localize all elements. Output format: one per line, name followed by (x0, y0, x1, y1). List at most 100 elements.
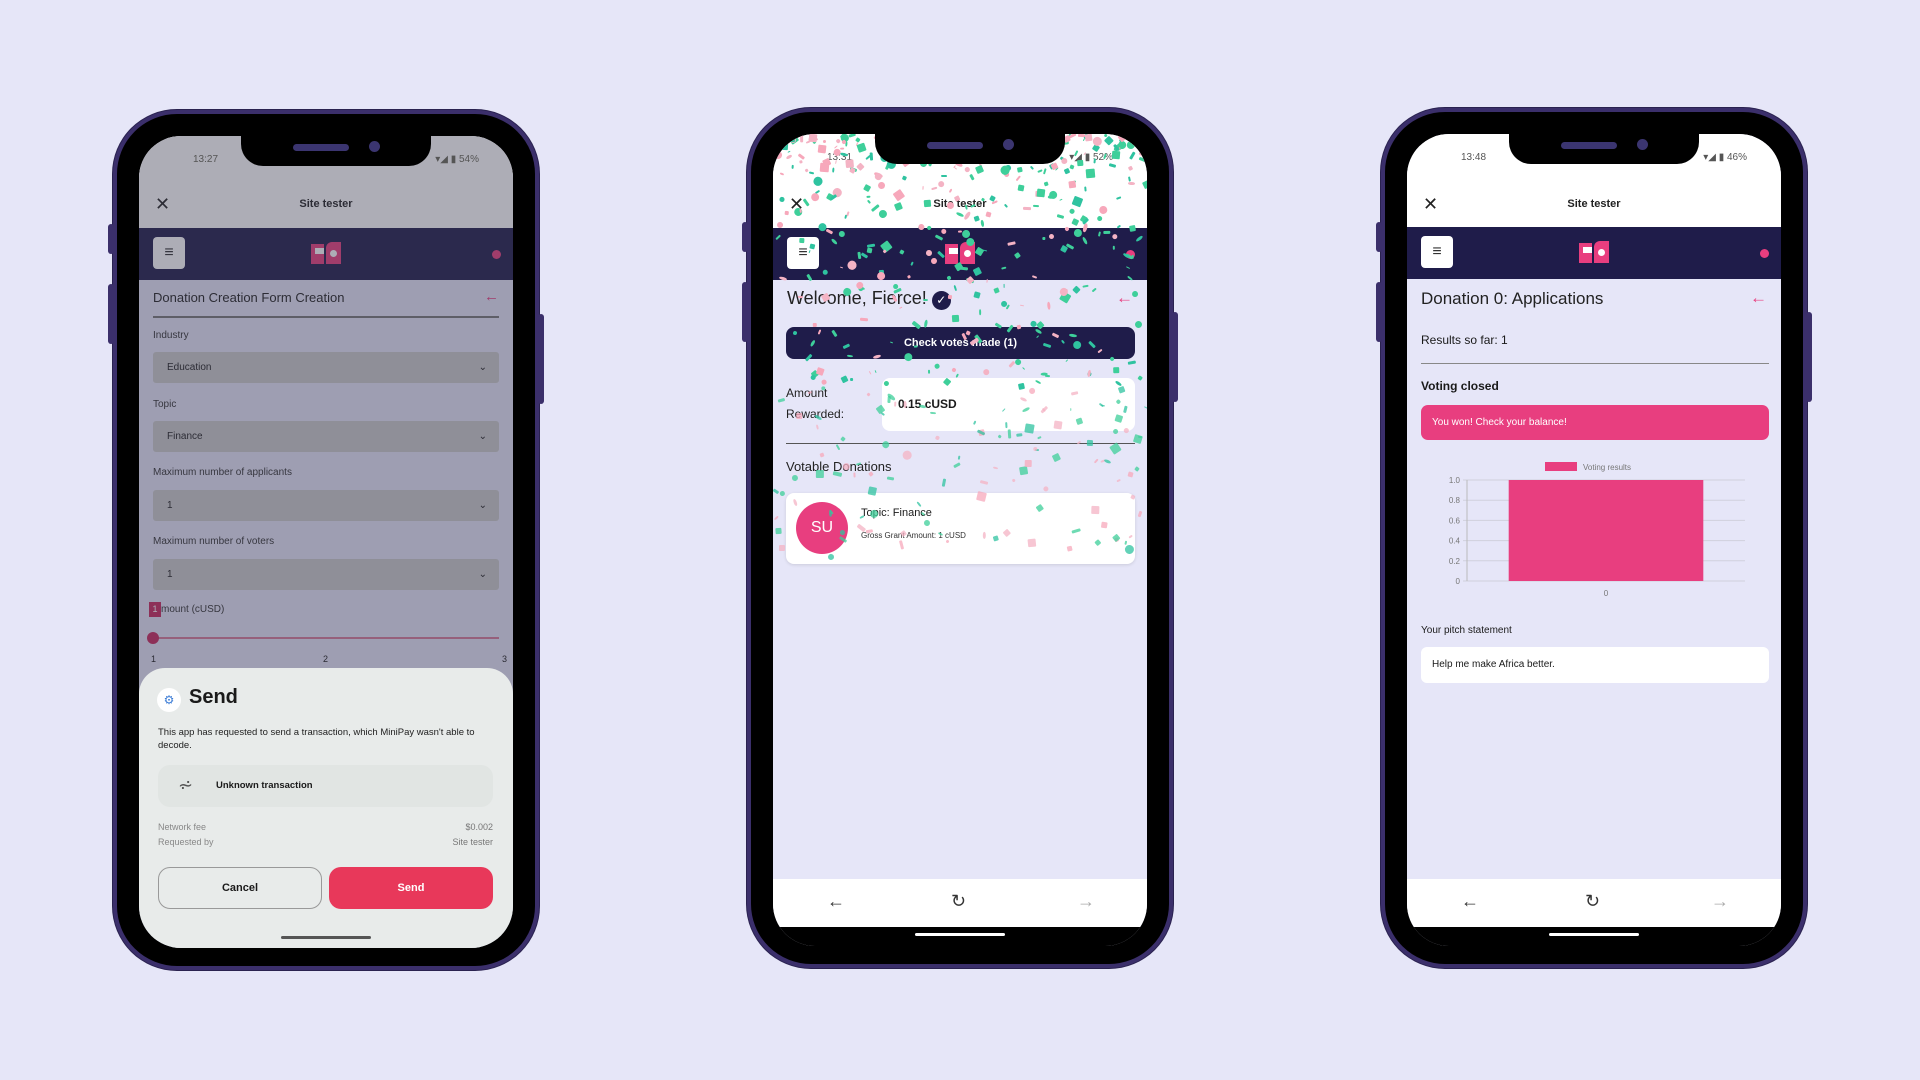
slider-max-label: 3 (501, 654, 507, 664)
confetti-piece (868, 370, 872, 375)
y-tick-label: 0.8 (1449, 496, 1461, 505)
industry-label: Industry (153, 330, 189, 341)
confetti-piece (1126, 471, 1134, 479)
confetti-piece (775, 528, 782, 535)
amount-slider-thumb[interactable] (147, 632, 159, 644)
back-arrow-icon[interactable]: ← (1116, 288, 1133, 308)
back-icon[interactable]: ← (827, 891, 845, 912)
max-applicants-select[interactable]: 1 ⌄ (153, 490, 499, 521)
confetti-piece (881, 439, 891, 449)
confetti-piece (1099, 459, 1106, 464)
confetti-piece (1087, 369, 1092, 377)
legend-label: Voting results (1583, 463, 1631, 472)
confetti-piece (1059, 291, 1072, 304)
confetti-piece (1042, 485, 1049, 492)
confetti-piece (1019, 466, 1028, 476)
amount-slider-track[interactable] (153, 637, 499, 639)
transaction-label: Unknown transaction (216, 780, 313, 791)
back-arrow-icon[interactable]: ← (1750, 288, 1767, 308)
confetti-piece (997, 434, 1002, 439)
confetti-piece (1036, 436, 1042, 440)
confetti-piece (887, 476, 895, 481)
results-count: Results so far: 1 (1421, 333, 1508, 347)
confetti-piece (1117, 479, 1122, 483)
confetti-piece (790, 473, 799, 482)
bar (1508, 480, 1704, 581)
send-sheet: ⚙ Send This app has requested to send a … (139, 668, 513, 948)
section-title: Votable Donations (786, 459, 892, 474)
confetti-piece (1112, 367, 1120, 374)
confetti-piece (821, 379, 828, 386)
sheet-title: Send (189, 686, 238, 708)
amount-label: mount (cUSD) (161, 604, 225, 615)
confetti-piece (778, 544, 785, 551)
forward-icon[interactable]: → (1077, 891, 1095, 912)
confetti-piece (981, 367, 991, 377)
check-votes-button[interactable]: Check votes made (1) (786, 327, 1135, 359)
menu-button[interactable]: ≡ (153, 237, 185, 269)
cancel-button[interactable]: Cancel (158, 867, 322, 909)
rewarded-label: Rewarded: (786, 407, 845, 421)
confetti-piece (1011, 477, 1017, 483)
confetti-piece (1127, 360, 1137, 365)
home-indicator (1549, 933, 1639, 936)
confetti-piece (1004, 304, 1010, 310)
confetti-piece (1007, 361, 1015, 369)
confetti-piece (1138, 510, 1143, 518)
max-voters-label: Maximum number of voters (153, 536, 275, 547)
confetti-piece (1015, 433, 1023, 437)
forward-icon[interactable]: → (1711, 891, 1729, 912)
status-dot (492, 250, 501, 259)
confetti-piece (1082, 284, 1089, 288)
confetti-piece (1109, 442, 1122, 455)
status-dot (1126, 250, 1135, 259)
menu-button[interactable]: ≡ (787, 237, 819, 269)
status-battery: ▾◢ ▮ 46% (1703, 152, 1747, 163)
logo (945, 242, 975, 264)
confetti-piece (1035, 449, 1040, 451)
donation-card[interactable]: SU Topic: Finance Gross Grant Amount: 1 … (786, 493, 1135, 564)
menu-button[interactable]: ≡ (1421, 236, 1453, 268)
confetti-piece (1137, 436, 1142, 439)
sheet-description: This app has requested to send a transac… (158, 727, 475, 751)
status-time: 13:27 (193, 154, 219, 165)
page-title: Donation 0: Applications (1421, 289, 1604, 308)
logo (311, 242, 341, 264)
confetti-piece (1093, 458, 1099, 464)
confetti-piece (835, 444, 841, 451)
topic-label: Topic (153, 399, 177, 410)
transaction-box: ⩫ Unknown transaction (158, 765, 493, 807)
confetti-piece (953, 285, 958, 292)
avatar: SU (796, 502, 848, 554)
back-arrow-icon[interactable]: ← (484, 288, 499, 305)
confetti-piece (810, 374, 817, 381)
confetti-piece (849, 377, 853, 381)
confetti-piece (1014, 358, 1023, 367)
divider (1421, 363, 1769, 364)
confetti-piece (1040, 372, 1048, 376)
logo (1579, 241, 1609, 263)
phone-welcome: 13:31 ▾◢ ▮ 52% ✕ Site tester ≡ Welcome, F… (742, 108, 1178, 968)
confetti-piece (902, 450, 913, 461)
home-indicator (915, 933, 1005, 936)
verified-badge-icon: ✓ (931, 291, 951, 310)
legend-swatch (1545, 462, 1577, 471)
reload-icon[interactable]: ↻ (951, 891, 966, 912)
confetti-piece (1072, 286, 1081, 294)
reload-icon[interactable]: ↻ (1585, 891, 1600, 912)
confetti-piece (1019, 304, 1024, 307)
confetti-piece (874, 370, 877, 374)
confetti-piece (953, 462, 961, 468)
confetti-piece (1092, 287, 1098, 293)
phone-form: 13:27 ▾◢ ▮ 54% ✕ Site tester ≡ Donation C… (108, 110, 544, 970)
back-icon[interactable]: ← (1461, 891, 1479, 912)
send-button[interactable]: Send (329, 867, 493, 909)
max-voters-select[interactable]: 1 ⌄ (153, 559, 499, 590)
divider (786, 443, 1135, 444)
industry-select[interactable]: Education ⌄ (153, 352, 499, 383)
confetti-piece (1133, 433, 1143, 444)
confetti-piece (1065, 358, 1069, 362)
win-banner: You won! Check your balance! (1421, 405, 1769, 440)
phone-results: 13:48 ▾◢ ▮ 46% ✕ Site tester ≡ Donation 0… (1376, 108, 1812, 968)
topic-select[interactable]: Finance ⌄ (153, 421, 499, 452)
